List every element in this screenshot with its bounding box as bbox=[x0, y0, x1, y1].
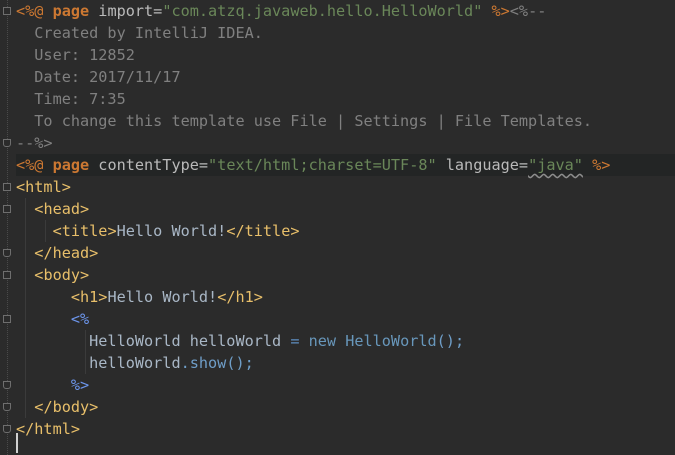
code-line[interactable]: </html> bbox=[16, 418, 675, 440]
code-token: "text/html;charset=UTF-8" bbox=[208, 156, 437, 174]
fold-gutter bbox=[0, 0, 14, 455]
code-token: User: 12852 bbox=[16, 46, 135, 64]
code-token: new bbox=[308, 332, 337, 350]
code-line[interactable] bbox=[16, 440, 675, 455]
code-editor[interactable]: <%@ page import="com.atzq.javaweb.hello.… bbox=[0, 0, 675, 455]
fold-marker-icon[interactable] bbox=[3, 381, 11, 389]
fold-marker-icon[interactable] bbox=[3, 7, 11, 15]
code-line[interactable]: helloWorld.show(); bbox=[16, 352, 675, 374]
code-token: %> bbox=[482, 2, 510, 20]
code-token: Created by IntelliJ IDEA. bbox=[16, 24, 263, 42]
code-line[interactable]: <body> bbox=[16, 264, 675, 286]
code-token: <head> bbox=[34, 200, 90, 218]
fold-marker-icon[interactable] bbox=[3, 271, 11, 279]
code-token: </title> bbox=[226, 222, 300, 240]
code-line[interactable]: <h1>Hello World!</h1> bbox=[16, 286, 675, 308]
code-line[interactable]: <% bbox=[16, 308, 675, 330]
fold-marker-icon[interactable] bbox=[3, 205, 11, 213]
code-token: "com.atzq.javaweb.hello.HelloWorld" bbox=[162, 2, 483, 20]
code-token: Hello World! bbox=[107, 288, 218, 306]
code-line[interactable]: Created by IntelliJ IDEA. bbox=[16, 22, 675, 44]
code-token: contentType= bbox=[89, 156, 209, 174]
code-line[interactable]: Date: 2017/11/17 bbox=[16, 66, 675, 88]
code-token: </head> bbox=[34, 244, 99, 262]
code-token: language= bbox=[436, 156, 529, 174]
code-line[interactable]: User: 12852 bbox=[16, 44, 675, 66]
fold-marker-icon[interactable] bbox=[3, 139, 11, 147]
fold-marker-icon[interactable] bbox=[3, 183, 11, 191]
code-line[interactable]: <%@ page import="com.atzq.javaweb.hello.… bbox=[16, 0, 675, 22]
code-token: HelloWorld bbox=[345, 332, 437, 350]
text-caret bbox=[16, 433, 18, 453]
code-token: </html> bbox=[16, 420, 81, 438]
fold-marker-icon[interactable] bbox=[3, 249, 11, 257]
code-token: <body> bbox=[34, 266, 90, 284]
code-line[interactable]: <html> bbox=[16, 176, 675, 198]
code-token: --%> bbox=[16, 134, 53, 152]
code-token: Time: 7:35 bbox=[16, 90, 126, 108]
code-line[interactable]: </head> bbox=[16, 242, 675, 264]
code-token: To change this template use File | Setti… bbox=[16, 112, 593, 130]
code-token: %> bbox=[70, 376, 90, 394]
code-token: (); bbox=[226, 354, 254, 372]
code-token: page bbox=[52, 156, 90, 174]
code-token: <h1> bbox=[70, 288, 108, 306]
code-line[interactable]: Time: 7:35 bbox=[16, 88, 675, 110]
code-line[interactable]: To change this template use File | Setti… bbox=[16, 110, 675, 132]
fold-marker-icon[interactable] bbox=[3, 425, 11, 433]
code-token: %> bbox=[582, 156, 611, 174]
code-token: (); bbox=[436, 332, 465, 350]
code-line[interactable]: <title>Hello World!</title> bbox=[16, 220, 675, 242]
code-line[interactable]: <head> bbox=[16, 198, 675, 220]
code-token: <%@ bbox=[16, 2, 53, 20]
code-line[interactable]: HelloWorld helloWorld = new HelloWorld()… bbox=[16, 330, 675, 352]
code-token: <%@ bbox=[16, 156, 53, 174]
code-token: <%-- bbox=[509, 2, 547, 20]
code-token: page bbox=[52, 2, 90, 20]
code-token: "java" bbox=[528, 156, 583, 174]
code-token: .show bbox=[180, 354, 227, 372]
code-line[interactable]: <%@ page contentType="text/html;charset=… bbox=[16, 154, 675, 176]
indent-guide bbox=[45, 220, 46, 242]
code-token: Date: 2017/11/17 bbox=[16, 68, 181, 86]
code-token: <% bbox=[70, 310, 90, 328]
indent-guide bbox=[85, 330, 86, 374]
code-line[interactable]: </body> bbox=[16, 396, 675, 418]
code-token: <html> bbox=[16, 178, 71, 196]
code-token: </h1> bbox=[217, 288, 263, 306]
code-line[interactable]: %> bbox=[16, 374, 675, 396]
code-token: <title> bbox=[52, 222, 117, 240]
code-token: import= bbox=[89, 2, 163, 20]
code-token: Hello World! bbox=[116, 222, 227, 240]
code-line[interactable]: --%> bbox=[16, 132, 675, 154]
code-token: </body> bbox=[34, 398, 99, 416]
code-token: helloWorld bbox=[16, 354, 181, 372]
code-token: HelloWorld helloWorld bbox=[16, 332, 291, 350]
fold-marker-icon[interactable] bbox=[3, 403, 11, 411]
indent-guide bbox=[25, 198, 26, 418]
fold-marker-icon[interactable] bbox=[3, 315, 11, 323]
